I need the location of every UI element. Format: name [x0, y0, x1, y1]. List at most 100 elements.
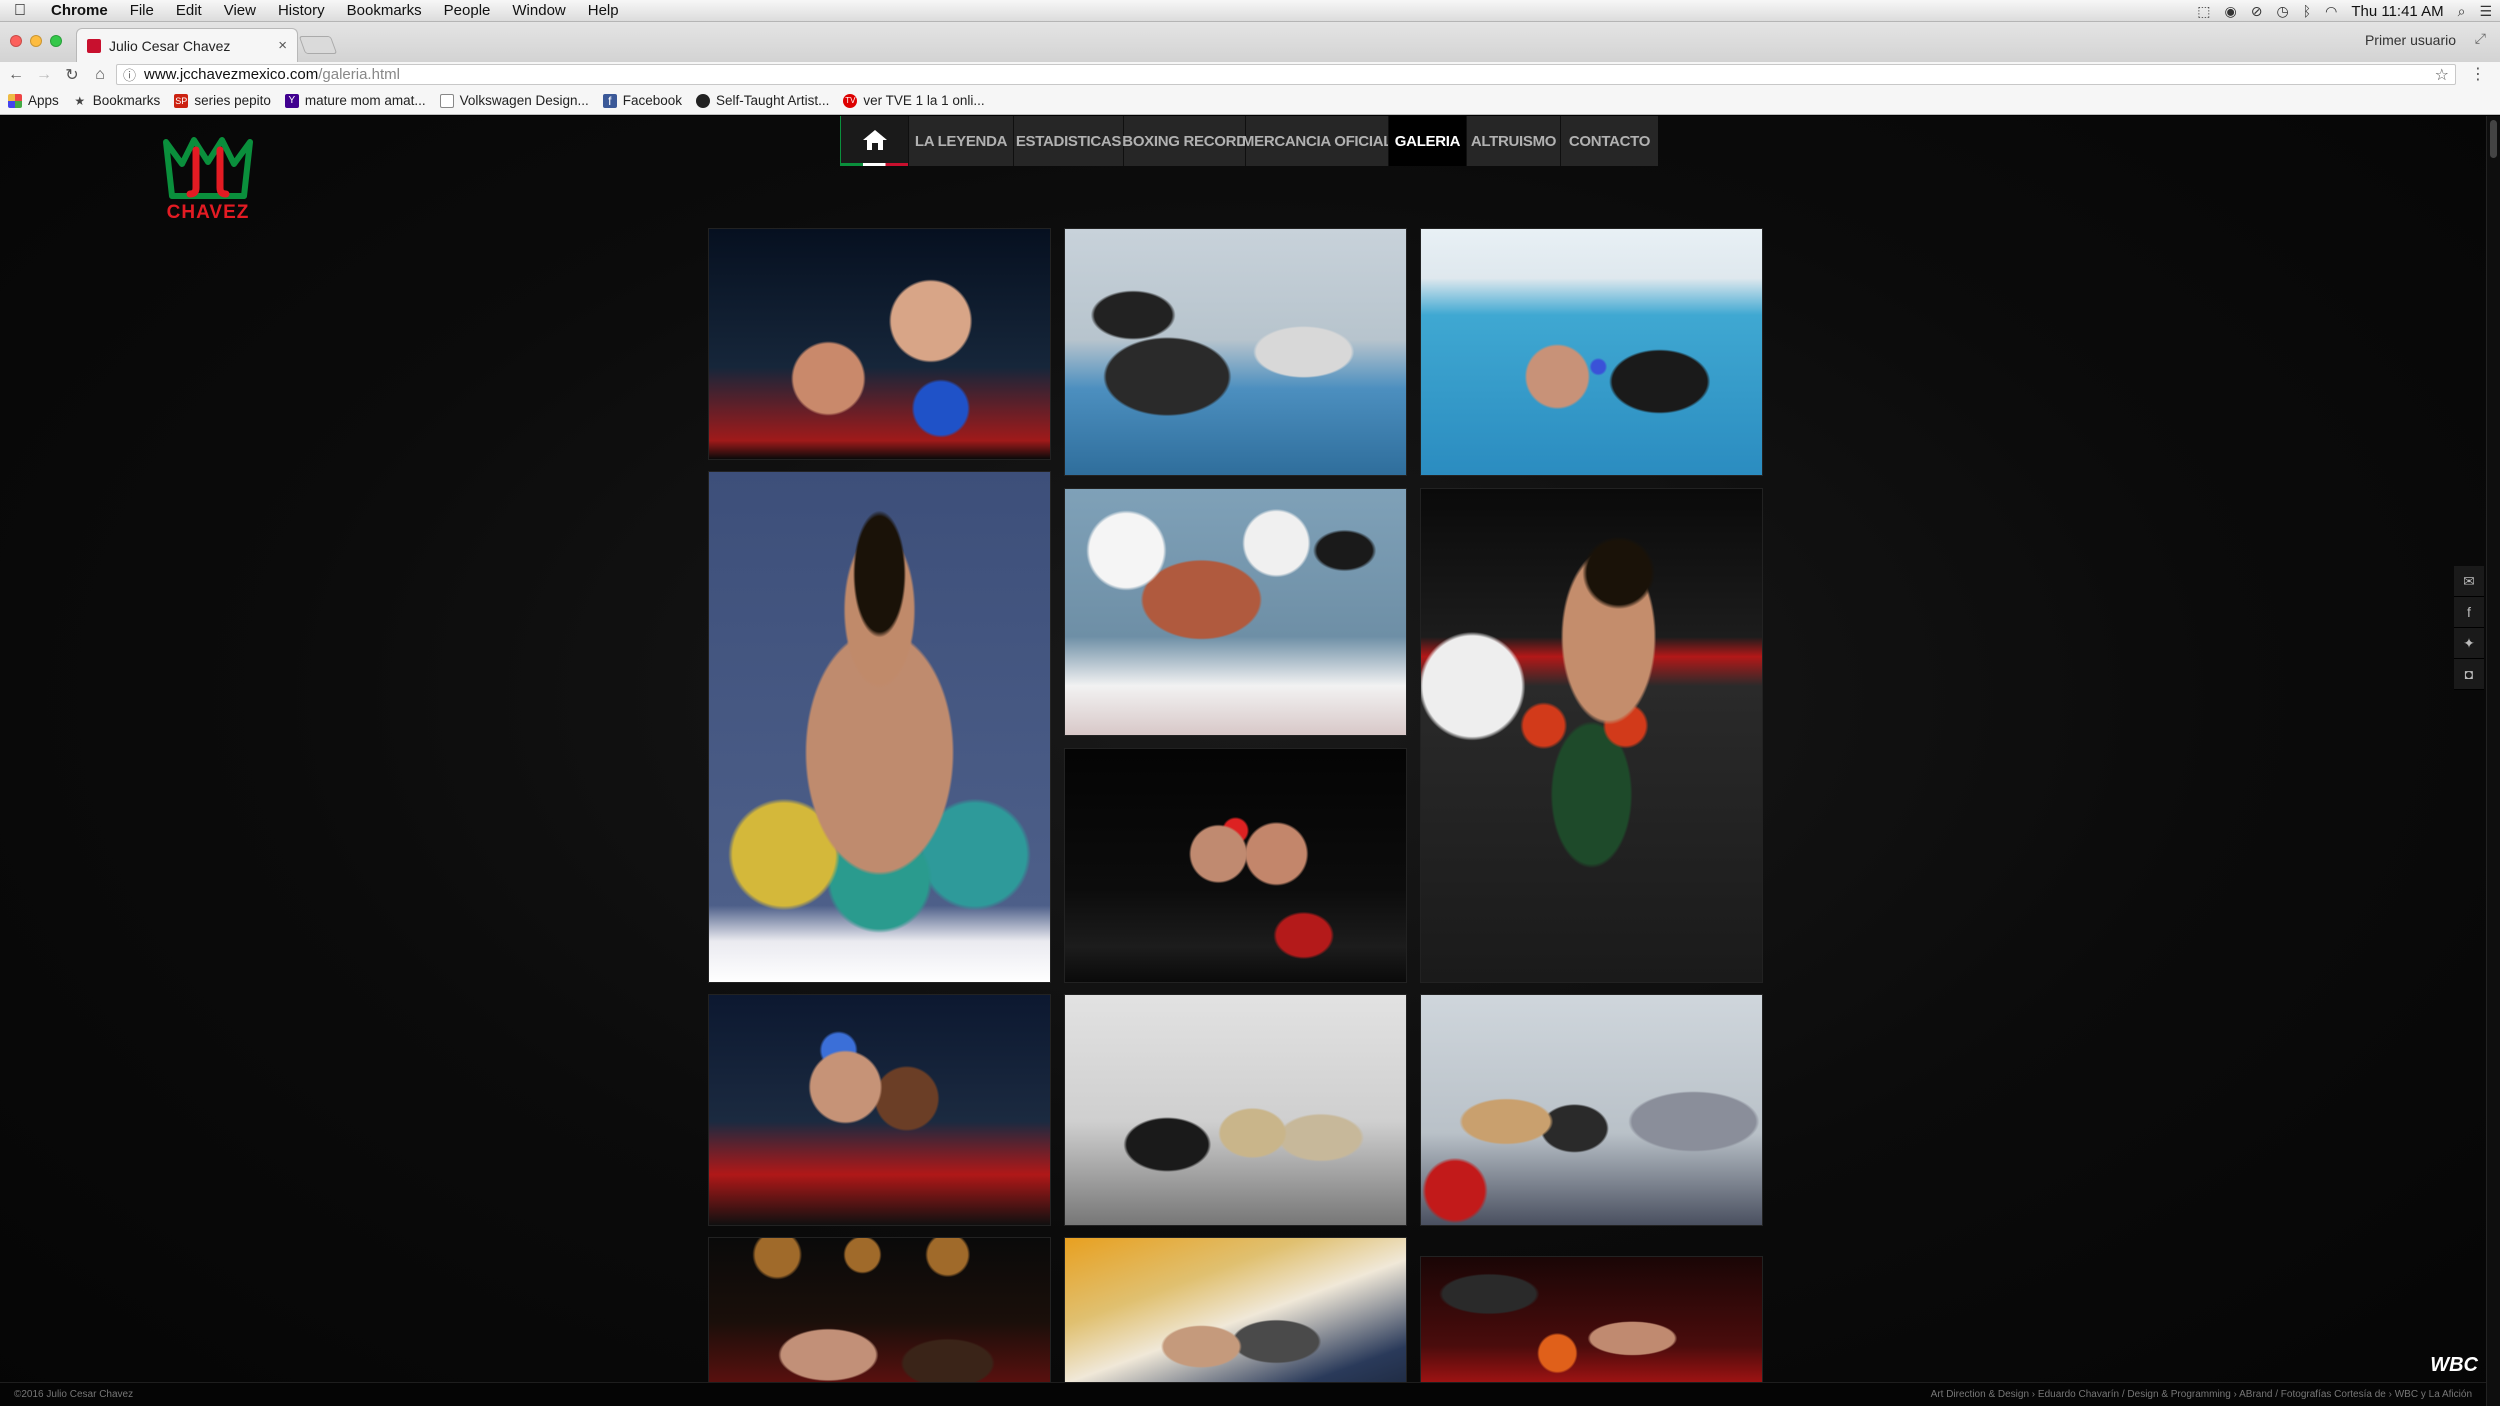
- bookmark-apps[interactable]: Apps: [8, 93, 59, 108]
- url-host: www.jcchavezmexico.com: [144, 66, 319, 83]
- menubar-clock[interactable]: Thu 11:41 AM: [2351, 3, 2443, 20]
- gallery-photo-champion-belts[interactable]: [708, 471, 1051, 983]
- url-path: /galeria.html: [318, 66, 400, 83]
- browser-toolbar: ← → ↻ ⌂ ⓘ www.jcchavezmexico.com /galeri…: [0, 62, 2500, 87]
- profile-button[interactable]: Primer usuario: [2365, 32, 2456, 48]
- facebook-icon: f: [602, 93, 617, 108]
- status-time-machine-icon[interactable]: ◷: [2276, 3, 2288, 20]
- website-viewport: CHAVEZ LA LEYENDA ESTADISTICAS BOXING RE…: [0, 116, 2500, 1406]
- wbc-badge: WBC: [2430, 1354, 2478, 1376]
- browser-tab-active[interactable]: Julio Cesar Chavez ×: [76, 28, 298, 62]
- nav-estadisticas[interactable]: ESTADISTICAS: [1013, 116, 1123, 166]
- nav-contacto[interactable]: CONTACTO: [1560, 116, 1658, 166]
- yahoo-icon: Y: [284, 93, 299, 108]
- back-arrow-icon[interactable]: ←: [4, 66, 28, 84]
- status-wifi-icon[interactable]: ◠: [2325, 3, 2337, 20]
- bookmark-label: mature mom amat...: [304, 93, 426, 108]
- gallery-photo-fight-1[interactable]: [708, 228, 1051, 460]
- bookmark-label: Bookmarks: [92, 93, 161, 108]
- gallery-photo-fight-2[interactable]: [708, 994, 1051, 1226]
- nav-home[interactable]: [840, 116, 908, 166]
- menu-people[interactable]: People: [433, 0, 502, 22]
- chrome-menu-icon[interactable]: ⋮: [2470, 64, 2486, 84]
- gallery-photo-training-bag[interactable]: [1064, 488, 1407, 736]
- address-bar[interactable]: ⓘ www.jcchavezmexico.com /galeria.html ☆: [116, 64, 2456, 85]
- browser-tab-strip: Julio Cesar Chavez × Primer usuario ⤢: [0, 22, 2500, 62]
- logo-text: CHAVEZ: [166, 202, 250, 223]
- nav-altruismo[interactable]: ALTRUISMO: [1466, 116, 1560, 166]
- close-window-icon[interactable]: [10, 35, 22, 47]
- sp-icon: SP: [174, 93, 189, 108]
- bookmark-facebook[interactable]: f Facebook: [602, 93, 682, 108]
- reload-icon[interactable]: ↻: [60, 65, 84, 85]
- page-scrollbar[interactable]: [2486, 116, 2500, 1406]
- gallery-photo-budweiser[interactable]: [1064, 1237, 1407, 1406]
- bookmark-mature-mom[interactable]: Y mature mom amat...: [284, 93, 426, 108]
- minimize-window-icon[interactable]: [30, 35, 42, 47]
- nav-la-leyenda[interactable]: LA LEYENDA: [908, 116, 1013, 166]
- gallery-photo-ring-walk[interactable]: [1420, 488, 1763, 983]
- nav-boxing-record[interactable]: BOXING RECORD: [1122, 116, 1247, 166]
- gallery-photo-fight-4[interactable]: [1064, 748, 1407, 983]
- apple-menu-icon[interactable]: : [0, 2, 40, 20]
- menu-help[interactable]: Help: [577, 0, 630, 22]
- email-icon[interactable]: ✉: [2454, 566, 2484, 597]
- menu-app-chrome[interactable]: Chrome: [40, 0, 119, 22]
- bookmark-self-taught[interactable]: Self-Taught Artist...: [696, 93, 829, 108]
- bookmark-label: Self-Taught Artist...: [716, 93, 830, 108]
- tve-icon: TV: [843, 93, 858, 108]
- menu-edit[interactable]: Edit: [165, 0, 213, 22]
- tab-title: Julio Cesar Chavez: [109, 37, 231, 54]
- menu-window[interactable]: Window: [501, 0, 576, 22]
- status-bluetooth-icon[interactable]: ᛒ: [2303, 3, 2311, 19]
- gallery-photo-house[interactable]: [1420, 994, 1763, 1226]
- home-icon[interactable]: ⌂: [88, 66, 112, 84]
- close-tab-icon[interactable]: ×: [278, 37, 287, 54]
- bookmark-bookmarks[interactable]: ★ Bookmarks: [73, 93, 161, 108]
- spotlight-search-icon[interactable]: ⌕: [2458, 3, 2466, 20]
- footer-copyright: ©2016 Julio Cesar Chavez: [14, 1389, 134, 1400]
- document-icon: [439, 93, 454, 108]
- bookmark-series-pepito[interactable]: SP series pepito: [174, 93, 271, 108]
- window-controls: [10, 35, 62, 47]
- status-eye-icon[interactable]: ◉: [2225, 3, 2237, 20]
- instagram-icon[interactable]: ◘: [2454, 659, 2484, 690]
- macos-menubar:  Chrome File Edit View History Bookmark…: [0, 0, 2500, 22]
- maximize-window-icon[interactable]: [50, 35, 62, 47]
- palette-icon: [696, 93, 711, 108]
- gallery-photo-pool-interview[interactable]: [1420, 228, 1763, 476]
- bookmark-tve[interactable]: TV ver TVE 1 la 1 onli...: [843, 93, 985, 108]
- status-adobe-icon[interactable]: ⊘: [2251, 3, 2263, 20]
- status-extension-icon[interactable]: ⬚: [2197, 3, 2210, 20]
- bookmark-star-icon[interactable]: ☆: [2435, 65, 2449, 85]
- crown-logo-icon: [163, 137, 253, 199]
- bookmark-label: ver TVE 1 la 1 onli...: [863, 93, 985, 108]
- bookmark-volkswagen[interactable]: Volkswagen Design...: [439, 93, 589, 108]
- menu-view[interactable]: View: [213, 0, 267, 22]
- facebook-icon[interactable]: f: [2454, 597, 2484, 628]
- nav-mercancia-oficial[interactable]: MERCANCIA OFICIAL: [1242, 116, 1392, 166]
- fullscreen-icon[interactable]: ⤢: [2475, 30, 2486, 47]
- menu-history[interactable]: History: [267, 0, 336, 22]
- nav-galeria[interactable]: GALERIA: [1388, 116, 1466, 166]
- scrollbar-thumb[interactable]: [2490, 120, 2497, 158]
- menu-file[interactable]: File: [119, 0, 165, 22]
- menu-bookmarks[interactable]: Bookmarks: [336, 0, 433, 22]
- page-info-icon[interactable]: ⓘ: [123, 65, 136, 84]
- forward-arrow-icon[interactable]: →: [32, 66, 56, 84]
- gallery-photo-group[interactable]: [1064, 994, 1407, 1226]
- site-favicon-icon: [87, 38, 101, 53]
- new-tab-button[interactable]: [298, 36, 338, 54]
- chavez-logo[interactable]: CHAVEZ: [160, 132, 256, 236]
- gallery-photo-fight-3[interactable]: [708, 1237, 1051, 1406]
- bookmark-label: Apps: [28, 93, 59, 108]
- star-icon: ★: [74, 93, 86, 108]
- gallery-photo-pool-press[interactable]: [1064, 228, 1407, 476]
- site-footer: ©2016 Julio Cesar Chavez Art Direction &…: [0, 1382, 2486, 1406]
- twitter-icon[interactable]: ✦: [2454, 628, 2484, 659]
- footer-credits: Art Direction & Design › Eduardo Chavarí…: [1930, 1389, 2472, 1400]
- social-sidebar: ✉ f ✦ ◘: [2454, 566, 2484, 690]
- notification-center-icon[interactable]: ☰: [2479, 3, 2492, 20]
- bookmarks-bar: Apps ★ Bookmarks SP series pepito Y matu…: [0, 87, 2500, 115]
- apps-icon: [8, 93, 22, 108]
